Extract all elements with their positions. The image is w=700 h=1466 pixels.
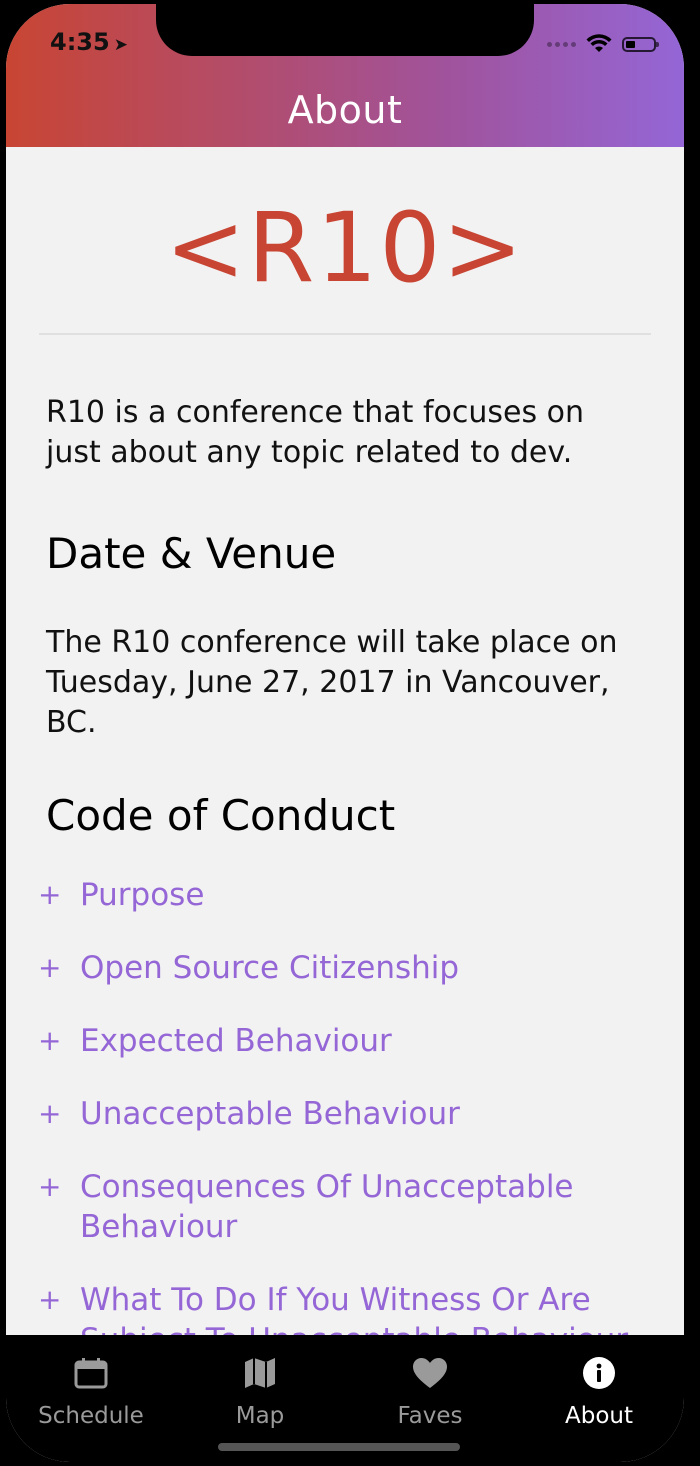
signal-icon — [547, 41, 576, 47]
expand-plus-icon: + — [38, 951, 62, 984]
device-notch — [156, 4, 534, 56]
page-title: About — [287, 88, 403, 132]
info-icon — [514, 1353, 684, 1393]
map-icon — [175, 1353, 345, 1393]
tab-about[interactable]: About — [514, 1353, 684, 1429]
date-venue-text: The R10 conference will take place on Tu… — [46, 625, 618, 740]
logo-divider — [39, 333, 651, 335]
coc-item-expected-behaviour[interactable]: + Expected Behaviour — [38, 1021, 678, 1061]
status-icons — [547, 34, 659, 54]
status-time: 4:35 ➤ — [50, 28, 128, 56]
date-venue-heading: Date & Venue — [46, 529, 337, 578]
tab-map[interactable]: Map — [175, 1353, 345, 1429]
tab-faves-label: Faves — [397, 1403, 463, 1429]
expand-plus-icon: + — [38, 1170, 62, 1203]
phone-screen: 4:35 ➤ About <R10> R10 is a conference th… — [6, 4, 684, 1462]
intro-text: R10 is a conference that focuses on just… — [46, 395, 584, 470]
status-time-text: 4:35 — [50, 28, 110, 56]
coc-item-label: Open Source Citizenship — [80, 950, 460, 986]
wifi-icon — [586, 34, 612, 52]
coc-item-purpose[interactable]: + Purpose — [38, 875, 678, 915]
coc-item-consequences[interactable]: + Consequences Of Unacceptable Behaviour — [38, 1167, 678, 1247]
tab-schedule-label: Schedule — [38, 1403, 144, 1429]
code-of-conduct-list: + Purpose + Open Source Citizenship + Ex… — [38, 875, 678, 1393]
expand-plus-icon: + — [38, 1024, 62, 1057]
code-of-conduct-heading: Code of Conduct — [46, 791, 396, 840]
coc-item-label: Unacceptable Behaviour — [80, 1096, 460, 1132]
heart-icon — [345, 1353, 515, 1393]
r10-logo: <R10> — [165, 192, 525, 304]
coc-item-open-source-citizenship[interactable]: + Open Source Citizenship — [38, 948, 678, 988]
header-bar: 4:35 ➤ About — [6, 4, 684, 147]
tab-map-label: Map — [235, 1403, 285, 1429]
tab-schedule[interactable]: Schedule — [6, 1353, 176, 1429]
coc-item-label: Consequences Of Unacceptable Behaviour — [80, 1169, 574, 1245]
coc-item-label: Purpose — [80, 877, 205, 913]
expand-plus-icon: + — [38, 1283, 62, 1316]
calendar-icon — [6, 1353, 176, 1393]
tab-about-label: About — [564, 1403, 633, 1429]
battery-icon — [622, 36, 659, 52]
coc-item-unacceptable-behaviour[interactable]: + Unacceptable Behaviour — [38, 1094, 678, 1134]
location-arrow-icon: ➤ — [113, 35, 128, 55]
home-indicator[interactable] — [218, 1443, 460, 1451]
expand-plus-icon: + — [38, 878, 62, 911]
expand-plus-icon: + — [38, 1097, 62, 1130]
tab-faves[interactable]: Faves — [345, 1353, 515, 1429]
coc-item-label: Expected Behaviour — [80, 1023, 392, 1059]
